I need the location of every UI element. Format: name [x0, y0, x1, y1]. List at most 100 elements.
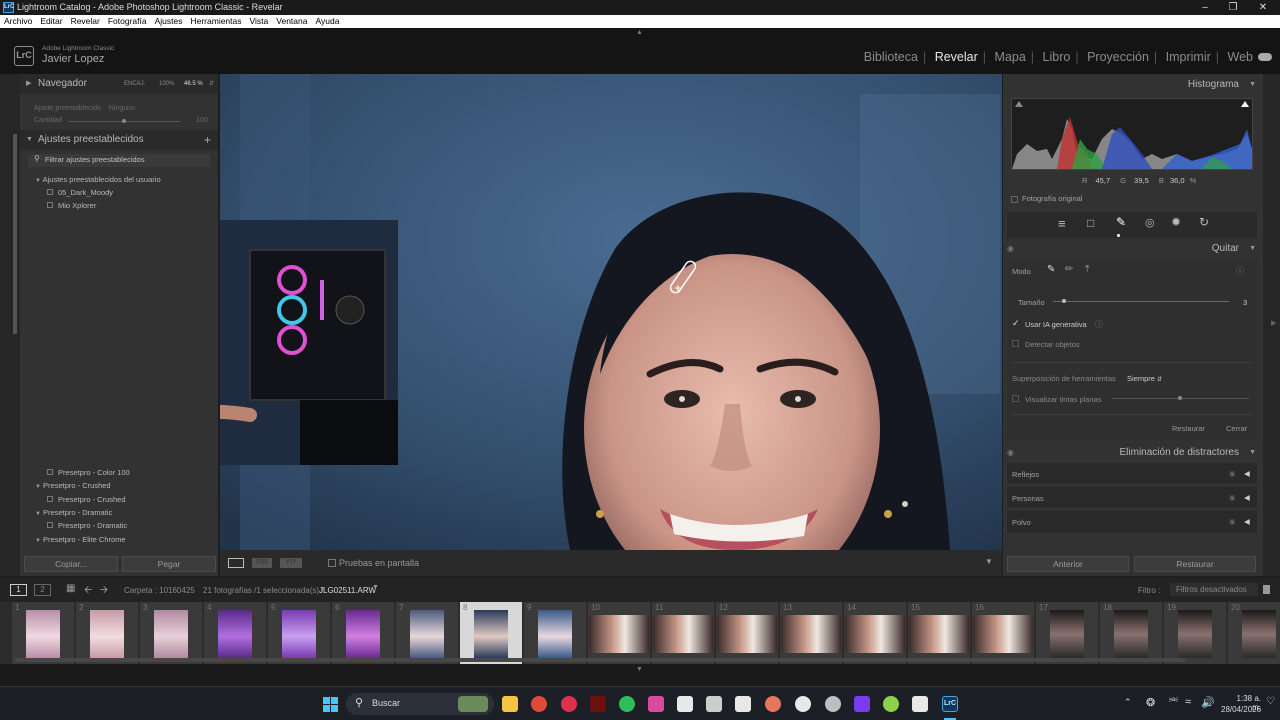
menu-editar[interactable]: Editar	[36, 16, 66, 26]
histogram[interactable]	[1011, 98, 1253, 170]
filmstrip-thumbnail[interactable]: 4	[204, 602, 266, 664]
visualize-checkbox[interactable]	[1012, 395, 1019, 402]
remove-close-button[interactable]: Cerrar	[1226, 424, 1247, 433]
filmstrip-thumbnail[interactable]: 11	[652, 602, 714, 664]
filmstrip-thumbnail[interactable]: 3	[140, 602, 202, 664]
info-icon[interactable]: ⓘ	[1236, 265, 1244, 276]
amount-slider[interactable]	[68, 119, 181, 123]
filmstrip-thumbnail[interactable]: 9	[524, 602, 586, 664]
filmstrip-thumbnail[interactable]: 17	[1036, 602, 1098, 664]
capcut-icon[interactable]	[677, 696, 693, 712]
filter-lock-icon[interactable]	[1263, 585, 1270, 594]
app-icon[interactable]	[825, 696, 841, 712]
preset-group[interactable]: ▼ Presetpro - Crushed	[35, 480, 233, 493]
expand-triangle-icon[interactable]: ◀	[1244, 517, 1250, 526]
visibility-eye-icon[interactable]: ◉	[1229, 469, 1236, 478]
visibility-eye-icon[interactable]: ◉	[1229, 517, 1236, 526]
filmstrip-thumbnail[interactable]: 10	[588, 602, 650, 664]
mode-eraser-icon[interactable]: ✎	[1047, 264, 1055, 275]
preset-item[interactable]: Presetpro - Color 100	[47, 467, 245, 479]
gen-ai-checkbox[interactable]: ✓	[1012, 318, 1020, 329]
clock-date[interactable]: 28/04/2026	[1221, 705, 1261, 714]
soft-proof-checkbox[interactable]	[328, 559, 336, 567]
window-1-button[interactable]: 1	[10, 584, 27, 596]
zoom-current[interactable]: 46.5 %	[184, 74, 203, 94]
filmstrip-thumbnail[interactable]: 7	[396, 602, 458, 664]
filter-dropdown[interactable]: Filtros desactivados	[1170, 583, 1258, 596]
filmstrip-thumbnail[interactable]: 1	[12, 602, 74, 664]
preset-item[interactable]: 05_Dark_Moody	[47, 187, 245, 199]
visibility-eye-icon[interactable]: ◉	[1007, 443, 1014, 462]
module-libro[interactable]: Libro	[1038, 50, 1076, 64]
capcut-icon[interactable]	[912, 696, 928, 712]
preset-filter[interactable]: ⚲ Filtrar ajustes preestablecidos	[28, 154, 210, 167]
whatsapp-icon[interactable]	[619, 696, 635, 712]
chrome-icon[interactable]	[531, 696, 547, 712]
navigator-header[interactable]: ▶ Navegador ENCAJ. 100% 46.5 % ⇵	[20, 74, 218, 94]
chatgpt-icon[interactable]	[795, 696, 811, 712]
distractor-row[interactable]: Reflejos ◉ ◀	[1007, 463, 1257, 485]
filmstrip-thumbnail[interactable]: 2	[76, 602, 138, 664]
toolbar-menu-icon[interactable]: ▼	[985, 557, 993, 566]
detect-objects-checkbox[interactable]	[1012, 340, 1019, 347]
filmstrip-thumbnail[interactable]: 18	[1100, 602, 1162, 664]
file-menu-chevron-icon[interactable]: ▼	[372, 584, 379, 591]
microphone-icon[interactable]: ⎃	[1169, 696, 1178, 709]
restore-button[interactable]: ❐	[1218, 0, 1248, 15]
collapse-top-icon[interactable]: ▲	[636, 29, 643, 36]
filmstrip-thumbnail[interactable]: 6	[332, 602, 394, 664]
instagram-icon[interactable]	[648, 696, 664, 712]
add-preset-icon[interactable]: +	[204, 130, 211, 150]
app-icon[interactable]	[590, 696, 606, 712]
filmstrip-thumbnail[interactable]: 8	[460, 602, 522, 664]
menu-vista[interactable]: Vista	[246, 16, 273, 26]
reset-tool-icon[interactable]: ↻	[1199, 215, 1209, 229]
zoom-chevron-icon[interactable]: ⇵	[209, 74, 214, 94]
visibility-eye-icon[interactable]: ◉	[1229, 493, 1236, 502]
youtube-music-icon[interactable]	[561, 696, 577, 712]
module-mapa[interactable]: Mapa	[990, 50, 1031, 64]
window-2-button[interactable]: 2	[34, 584, 51, 596]
tray-app-icon[interactable]: ❂	[1146, 696, 1155, 709]
filmstrip-thumbnail[interactable]: 16	[972, 602, 1034, 664]
shadow-clipping-icon[interactable]	[1015, 101, 1023, 107]
histogram-header[interactable]: Histograma ▼	[1003, 75, 1263, 94]
app-icon[interactable]	[854, 696, 870, 712]
filmstrip-thumbnail[interactable]: 13	[780, 602, 842, 664]
masking-icon[interactable]: ✹	[1171, 215, 1181, 229]
app-icon[interactable]	[883, 696, 899, 712]
menu-ayuda[interactable]: Ayuda	[311, 16, 343, 26]
distractions-header[interactable]: ◉ Eliminación de distractores ▼	[1003, 443, 1263, 462]
minimize-button[interactable]: –	[1190, 0, 1220, 15]
menu-ajustes[interactable]: Ajustes	[151, 16, 187, 26]
size-slider[interactable]	[1053, 299, 1229, 303]
distractor-row[interactable]: Personas ◉ ◀	[1007, 487, 1257, 509]
paste-settings-button[interactable]: Pegar	[122, 556, 216, 572]
menu-ventana[interactable]: Ventana	[272, 16, 311, 26]
expand-triangle-icon[interactable]: ◀	[1244, 493, 1250, 502]
collapse-bottom-icon[interactable]: ▼	[636, 666, 643, 673]
crop-icon[interactable]: □	[1087, 216, 1094, 230]
filmstrip-thumbnail[interactable]: 14	[844, 602, 906, 664]
filmstrip-thumbnail[interactable]: 5	[268, 602, 330, 664]
notification-bell-icon[interactable]: ♡	[1266, 696, 1275, 707]
original-photo-checkbox[interactable]	[1011, 195, 1018, 203]
left-scrollbar[interactable]	[13, 134, 17, 334]
tray-chevron-icon[interactable]: ⌃	[1124, 697, 1132, 708]
distractor-row[interactable]: Polvo ◉ ◀	[1007, 511, 1257, 533]
preset-item[interactable]: Mio Xplorer	[47, 200, 245, 212]
close-window-button[interactable]: ✕	[1248, 0, 1278, 15]
filmstrip-thumbnail[interactable]: 19	[1164, 602, 1226, 664]
zoom-100[interactable]: 100%	[159, 74, 174, 94]
preset-item[interactable]: Presetpro - Crushed	[47, 494, 245, 506]
filmstrip-scrollbar[interactable]	[15, 658, 1185, 662]
highlight-clipping-icon[interactable]	[1241, 101, 1249, 107]
volume-icon[interactable]: 🔊	[1201, 696, 1215, 709]
reset-all-button[interactable]: Restaurar	[1134, 556, 1256, 572]
preset-item[interactable]: Presetpro - Dramatic	[47, 520, 245, 532]
preset-group[interactable]: ▼ Presetpro - Elite Chrome	[35, 534, 233, 547]
back-arrow-icon[interactable]: 🡨	[84, 583, 92, 600]
visibility-eye-icon[interactable]: ◉	[1007, 239, 1014, 258]
document-icon[interactable]	[735, 696, 751, 712]
windows-start-icon[interactable]	[323, 697, 338, 712]
